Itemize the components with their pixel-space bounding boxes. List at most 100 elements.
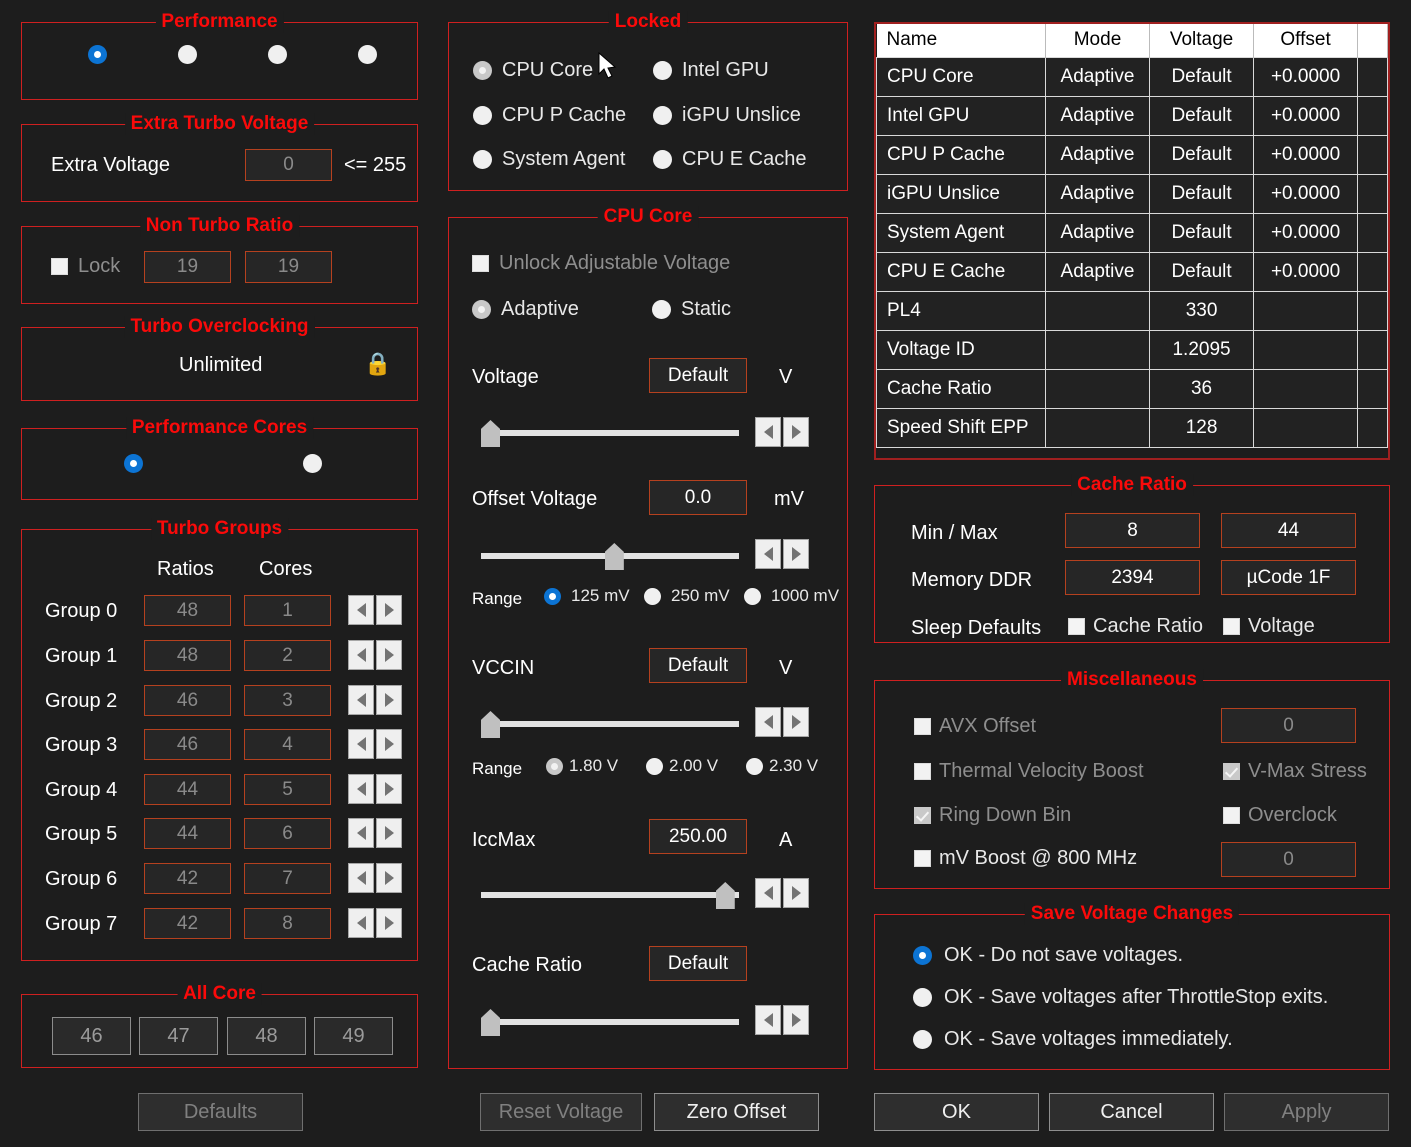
- spinner-right-button[interactable]: [783, 707, 809, 737]
- vccin-slider[interactable]: [481, 707, 739, 741]
- turbo-group-spinner[interactable]: [348, 774, 402, 804]
- turbo-group-ratio-input[interactable]: 42: [144, 908, 231, 939]
- turbo-group-ratio-input[interactable]: 46: [144, 729, 231, 760]
- vccin-range-230[interactable]: 2.30 V: [746, 756, 818, 776]
- overclock-row[interactable]: Overclock: [1223, 804, 1337, 827]
- offset-range-250-radio[interactable]: [644, 588, 661, 605]
- all-core-value-2[interactable]: 48: [227, 1017, 306, 1055]
- iccmax-value-input[interactable]: 250.00: [649, 819, 747, 854]
- turbo-group-ratio-input[interactable]: 48: [144, 640, 231, 671]
- save-option-0-radio[interactable]: [913, 946, 932, 965]
- voltage-value-input[interactable]: Default: [649, 358, 747, 393]
- unlock-adjustable-voltage-checkbox[interactable]: [472, 255, 489, 272]
- vccin-slider-thumb[interactable]: [481, 711, 500, 738]
- defaults-button[interactable]: Defaults: [138, 1093, 303, 1131]
- save-option-2[interactable]: OK - Save voltages immediately.: [913, 1028, 1233, 1051]
- cpu-cache-ratio-input[interactable]: Default: [649, 946, 747, 981]
- turbo-group-cores-input[interactable]: 5: [244, 774, 331, 805]
- mode-static-radio[interactable]: [652, 300, 671, 319]
- spinner-right-button[interactable]: [783, 1005, 809, 1035]
- voltage-spinner[interactable]: [755, 417, 809, 447]
- offset-range-125-radio[interactable]: [544, 588, 561, 605]
- table-row[interactable]: Voltage ID 1.2095: [877, 330, 1388, 369]
- zero-offset-button[interactable]: Zero Offset: [654, 1093, 819, 1131]
- performance-cores-radio-0[interactable]: [124, 454, 143, 473]
- locked-option-cpu-e-cache[interactable]: CPU E Cache: [653, 148, 807, 171]
- spinner-left-button[interactable]: [755, 878, 781, 908]
- performance-radio-3[interactable]: [358, 45, 377, 64]
- mv-boost-row[interactable]: mV Boost @ 800 MHz: [914, 847, 1137, 870]
- spinner-right-button[interactable]: [783, 539, 809, 569]
- cpu-cache-ratio-slider[interactable]: [481, 1005, 739, 1039]
- iccmax-slider-thumb[interactable]: [716, 882, 735, 909]
- save-option-2-radio[interactable]: [913, 1030, 932, 1049]
- mode-adaptive-radio[interactable]: [472, 300, 491, 319]
- spinner-left-button[interactable]: [755, 539, 781, 569]
- offset-range-1000-radio[interactable]: [744, 588, 761, 605]
- locked-radio-igpu-unslice[interactable]: [653, 106, 672, 125]
- locked-option-cpu-p-cache[interactable]: CPU P Cache: [473, 104, 626, 127]
- table-row[interactable]: iGPU Unslice Adaptive Default +0.0000: [877, 174, 1388, 213]
- cancel-button[interactable]: Cancel: [1049, 1093, 1214, 1131]
- spinner-left-button[interactable]: [755, 707, 781, 737]
- spinner-left-button[interactable]: [348, 863, 374, 893]
- vccin-range-180-radio[interactable]: [546, 758, 563, 775]
- offset-voltage-slider-thumb[interactable]: [605, 543, 624, 570]
- vccin-value-input[interactable]: Default: [649, 648, 747, 683]
- avx-offset-input[interactable]: 0: [1221, 708, 1356, 743]
- turbo-group-ratio-input[interactable]: 48: [144, 595, 231, 626]
- offset-range-250[interactable]: 250 mV: [644, 586, 730, 606]
- sleep-cache-ratio-row[interactable]: Cache Ratio: [1068, 615, 1203, 638]
- iccmax-slider[interactable]: [481, 878, 739, 912]
- spinner-right-button[interactable]: [783, 417, 809, 447]
- save-option-1[interactable]: OK - Save voltages after ThrottleStop ex…: [913, 986, 1328, 1009]
- spinner-left-button[interactable]: [755, 417, 781, 447]
- sleep-cache-ratio-checkbox[interactable]: [1068, 618, 1085, 635]
- spinner-left-button[interactable]: [755, 1005, 781, 1035]
- reset-voltage-button[interactable]: Reset Voltage: [480, 1093, 642, 1131]
- cpu-core-mode-static[interactable]: Static: [652, 298, 731, 321]
- cpu-cache-ratio-spinner[interactable]: [755, 1005, 809, 1035]
- turbo-group-cores-input[interactable]: 4: [244, 729, 331, 760]
- sleep-voltage-checkbox[interactable]: [1223, 618, 1240, 635]
- avx-offset-checkbox[interactable]: [914, 718, 931, 735]
- turbo-group-spinner[interactable]: [348, 729, 402, 759]
- offset-voltage-input[interactable]: 0.0: [649, 480, 747, 515]
- locked-option-system-agent[interactable]: System Agent: [473, 148, 625, 171]
- mv-boost-checkbox[interactable]: [914, 850, 931, 867]
- turbo-group-cores-input[interactable]: 6: [244, 818, 331, 849]
- voltage-slider-thumb[interactable]: [481, 420, 500, 447]
- turbo-group-ratio-input[interactable]: 44: [144, 818, 231, 849]
- turbo-group-spinner[interactable]: [348, 818, 402, 848]
- table-row[interactable]: CPU P Cache Adaptive Default +0.0000: [877, 135, 1388, 174]
- spinner-left-button[interactable]: [348, 908, 374, 938]
- spinner-right-button[interactable]: [376, 595, 402, 625]
- turbo-group-spinner[interactable]: [348, 908, 402, 938]
- non-turbo-lock-row[interactable]: Lock: [51, 255, 120, 278]
- locked-radio-cpu-p-cache[interactable]: [473, 106, 492, 125]
- cache-max-input[interactable]: 44: [1221, 513, 1356, 548]
- vmax-stress-row[interactable]: V-Max Stress: [1223, 760, 1367, 783]
- non-turbo-ratio-input-1[interactable]: 19: [144, 251, 231, 283]
- ok-button[interactable]: OK: [874, 1093, 1039, 1131]
- spinner-left-button[interactable]: [348, 595, 374, 625]
- cpu-cache-ratio-slider-thumb[interactable]: [481, 1009, 500, 1036]
- table-header-offset[interactable]: Offset: [1253, 24, 1358, 57]
- turbo-group-cores-input[interactable]: 7: [244, 863, 331, 894]
- spinner-right-button[interactable]: [376, 908, 402, 938]
- vccin-range-180[interactable]: 1.80 V: [546, 756, 618, 776]
- spinner-right-button[interactable]: [376, 818, 402, 848]
- cache-min-input[interactable]: 8: [1065, 513, 1200, 548]
- turbo-group-spinner[interactable]: [348, 640, 402, 670]
- spinner-right-button[interactable]: [376, 685, 402, 715]
- offset-range-1000[interactable]: 1000 mV: [744, 586, 839, 606]
- table-row[interactable]: Cache Ratio 36: [877, 369, 1388, 408]
- performance-radio-1[interactable]: [178, 45, 197, 64]
- spinner-right-button[interactable]: [376, 729, 402, 759]
- performance-cores-radio-1[interactable]: [303, 454, 322, 473]
- table-row[interactable]: Intel GPU Adaptive Default +0.0000: [877, 96, 1388, 135]
- all-core-value-1[interactable]: 47: [139, 1017, 218, 1055]
- spinner-right-button[interactable]: [783, 878, 809, 908]
- offset-voltage-spinner[interactable]: [755, 539, 809, 569]
- vccin-spinner[interactable]: [755, 707, 809, 737]
